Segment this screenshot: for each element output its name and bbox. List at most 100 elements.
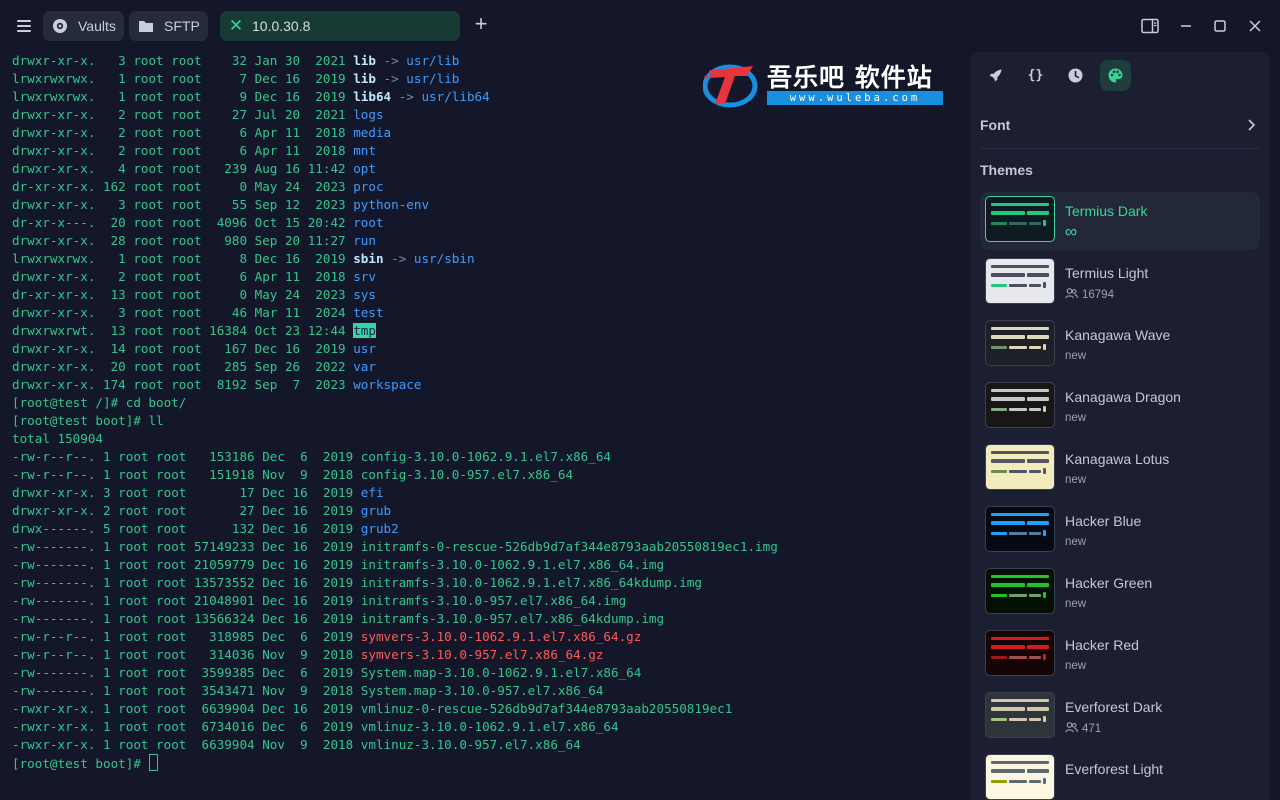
theme-item[interactable]: Termius Dark ∞ — [980, 192, 1260, 250]
terminal-line: -rw-------. 1 root root 57149233 Dec 16 … — [12, 538, 778, 556]
entry-name: initramfs-3.10.0-957.el7.x86_64.img — [360, 593, 627, 608]
terminal-line: lrwxrwxrwx. 1 root root 8 Dec 16 2019 sb… — [12, 250, 778, 268]
rocket-icon[interactable] — [980, 60, 1011, 91]
line-meta: drwxr-xr-x. 4 root root 239 Aug 16 11:42 — [12, 161, 354, 176]
theme-preview-bar — [1043, 406, 1046, 412]
terminal-line: drwxr-xr-x. 3 root root 32 Jan 30 2021 l… — [12, 52, 778, 70]
maximize-icon[interactable] — [1210, 16, 1230, 36]
terminal-line: lrwxrwxrwx. 1 root root 7 Dec 16 2019 li… — [12, 70, 778, 88]
tab-label: Vaults — [78, 18, 116, 34]
theme-preview — [985, 444, 1055, 490]
theme-preview-bar — [1029, 346, 1041, 349]
font-setting-row[interactable]: Font — [980, 109, 1260, 141]
line-meta: -rw-r--r--. 1 root root 151918 Nov 9 201… — [12, 467, 361, 482]
terminal-line: total 150904 — [12, 430, 778, 448]
watermark-logo: 吾乐吧 软件站 www.wuleba.com — [703, 58, 943, 110]
theme-item[interactable]: Hacker Red new — [980, 626, 1260, 684]
theme-preview-bar — [991, 707, 1025, 711]
theme-name: Kanagawa Dragon — [1065, 389, 1181, 405]
theme-preview — [985, 568, 1055, 614]
theme-subtitle: ∞ — [1065, 223, 1077, 240]
line-meta: drwxr-xr-x. 2 root root 6 Apr 11 2018 — [12, 143, 354, 158]
theme-preview-bar — [991, 470, 1007, 473]
palette-icon[interactable] — [1100, 60, 1131, 91]
theme-preview-bar — [1029, 284, 1041, 287]
theme-item[interactable]: Hacker Blue new — [980, 502, 1260, 560]
symlink-name: lib — [353, 53, 376, 68]
entry-name: media — [353, 125, 392, 140]
prompt-text: [root@test boot]# — [12, 756, 149, 771]
line-meta: -rw-------. 1 root root 3599385 Dec 6 20… — [12, 665, 361, 680]
history-icon[interactable] — [1060, 60, 1091, 91]
line-meta: [root@test boot]# ll — [12, 413, 164, 428]
theme-preview-bar — [991, 451, 1049, 454]
theme-preview-bar — [991, 397, 1025, 401]
terminal-output[interactable]: drwxr-xr-x. 3 root root 32 Jan 30 2021 l… — [0, 52, 960, 800]
theme-preview-bar — [991, 575, 1049, 578]
close-icon[interactable]: ✕ — [228, 17, 244, 34]
terminal-line: drwxr-xr-x. 3 root root 46 Mar 11 2024 t… — [12, 304, 778, 322]
window-close-icon[interactable] — [1245, 16, 1265, 36]
minimize-icon[interactable] — [1176, 16, 1196, 36]
theme-item[interactable]: Kanagawa Dragon new — [980, 378, 1260, 436]
theme-preview-bar — [1009, 594, 1027, 597]
theme-sub-text: 16794 — [1082, 289, 1114, 301]
line-meta: drwxr-xr-x. 3 root root 32 Jan 30 2021 — [12, 53, 354, 68]
folder-icon — [138, 18, 154, 34]
font-label: Font — [980, 117, 1011, 133]
theme-preview-bar — [1043, 468, 1046, 474]
entry-name: initramfs-3.10.0-957.el7.x86_64kdump.img — [360, 611, 665, 626]
line-meta: drwxr-xr-x. 3 root root 55 Sep 12 2023 — [12, 197, 354, 212]
line-meta: dr-xr-xr-x. 162 root root 0 May 24 2023 — [12, 179, 354, 194]
theme-subtitle: new — [1065, 350, 1086, 362]
terminal-prompt-line[interactable]: [root@test boot]# — [12, 754, 778, 772]
theme-preview-bar — [991, 273, 1025, 277]
theme-preview-bar — [1029, 470, 1041, 473]
entry-name: efi — [360, 485, 384, 500]
terminal-line: lrwxrwxrwx. 1 root root 9 Dec 16 2019 li… — [12, 88, 778, 106]
theme-preview-bar — [991, 532, 1007, 535]
line-meta: drwxr-xr-x. 2 root root 27 Jul 20 2021 — [12, 107, 354, 122]
theme-item[interactable]: Kanagawa Wave new — [980, 316, 1260, 374]
theme-preview-bar — [991, 637, 1049, 640]
terminal-line: -rwxr-xr-x. 1 root root 6734016 Dec 6 20… — [12, 718, 778, 736]
line-meta: lrwxrwxrwx. 1 root root 7 Dec 16 2019 — [12, 71, 354, 86]
terminal-line: drwxr-xr-x. 2 root root 6 Apr 11 2018 mn… — [12, 142, 778, 160]
theme-subtitle: new — [1065, 536, 1086, 548]
tab-vaults[interactable]: Vaults — [43, 11, 124, 41]
title-bar: Vaults SFTP ✕ 10.0.30.8 + — [0, 0, 1280, 52]
entry-name: System.map-3.10.0-957.el7.x86_64 — [360, 683, 604, 698]
menu-icon[interactable] — [12, 14, 36, 38]
theme-preview-bar — [1027, 769, 1049, 773]
theme-preview-bar — [991, 699, 1049, 702]
code-braces-icon[interactable]: {} — [1020, 60, 1051, 91]
theme-item[interactable]: Termius Light 16794 — [980, 254, 1260, 312]
entry-name: config-3.10.0-1062.9.1.el7.x86_64 — [360, 449, 611, 464]
theme-preview-bar — [991, 769, 1025, 773]
tab-sftp[interactable]: SFTP — [129, 11, 208, 41]
theme-preview-bar — [991, 513, 1049, 516]
terminal-line: drwxr-xr-x. 2 root root 27 Dec 16 2019 g… — [12, 502, 778, 520]
theme-preview — [985, 258, 1055, 304]
line-meta: drwxr-xr-x. 2 root root 6 Apr 11 2018 — [12, 125, 354, 140]
theme-preview-bar — [1043, 344, 1046, 350]
new-tab-button[interactable]: + — [470, 13, 492, 36]
symlink-arrow: -> — [383, 251, 414, 266]
theme-preview-bar — [1009, 780, 1027, 783]
tab-host-session[interactable]: ✕ 10.0.30.8 — [220, 11, 460, 41]
theme-sub-text: 471 — [1082, 723, 1102, 735]
terminal-line: drwxr-xr-x. 20 root root 285 Sep 26 2022… — [12, 358, 778, 376]
theme-preview-bar — [991, 335, 1025, 339]
theme-preview-bar — [991, 718, 1007, 721]
terminal-line: drwxr-xr-x. 2 root root 27 Jul 20 2021 l… — [12, 106, 778, 124]
theme-preview-bar — [1027, 459, 1049, 463]
toggle-sidebar-icon[interactable] — [1140, 16, 1160, 36]
entry-name: proc — [353, 179, 384, 194]
terminal-line: -rw-------. 1 root root 13566324 Dec 16 … — [12, 610, 778, 628]
theme-item[interactable]: Everforest Dark 471 — [980, 688, 1260, 746]
terminal-line: -rw-------. 1 root root 21048901 Dec 16 … — [12, 592, 778, 610]
theme-item[interactable]: Hacker Green new — [980, 564, 1260, 622]
line-meta: -rwxr-xr-x. 1 root root 6734016 Dec 6 20… — [12, 719, 361, 734]
theme-item[interactable]: Everforest Light — [980, 750, 1260, 800]
theme-item[interactable]: Kanagawa Lotus new — [980, 440, 1260, 498]
